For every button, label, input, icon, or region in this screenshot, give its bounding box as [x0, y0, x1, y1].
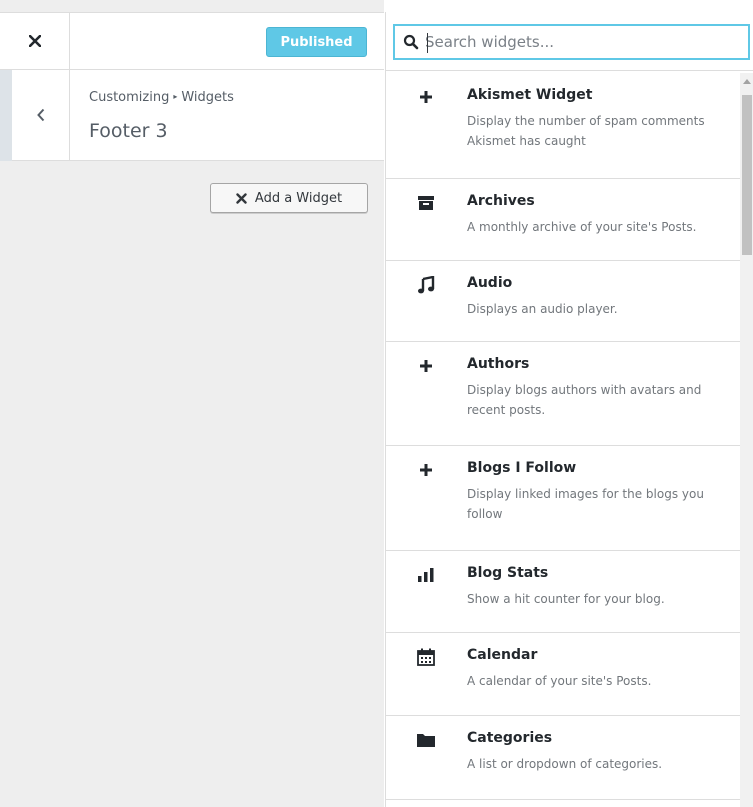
- close-customizer-button[interactable]: [0, 13, 70, 69]
- breadcrumb-separator-icon: ▸: [173, 92, 178, 101]
- widget-title: Authors: [467, 356, 530, 372]
- search-icon: [403, 34, 419, 50]
- section-title: Footer 3: [89, 120, 168, 142]
- section-accent-bar: [0, 70, 12, 161]
- breadcrumb-root: Customizing: [89, 90, 170, 105]
- widget-title: Akismet Widget: [467, 87, 593, 103]
- widget-description: Display the number of spam comments Akis…: [467, 114, 705, 148]
- text-cursor: [427, 33, 428, 53]
- plus-icon: [416, 356, 436, 376]
- breadcrumb-current: Widgets: [181, 90, 234, 105]
- widget-item[interactable]: Akismet Widget Display the number of spam…: [386, 73, 740, 179]
- section-header: Customizing ▸ Widgets Footer 3: [12, 70, 384, 161]
- divider: [386, 70, 753, 71]
- published-button[interactable]: Published: [266, 27, 367, 57]
- widget-item[interactable]: Archives A monthly archive of your site's…: [386, 179, 740, 261]
- widget-list: Akismet Widget Display the number of spam…: [386, 73, 740, 807]
- widget-description: Display blogs authors with avatars and r…: [467, 383, 702, 417]
- widget-description: A list or dropdown of categories.: [467, 757, 663, 771]
- widget-title: Calendar: [467, 647, 538, 663]
- widget-description: Show a hit counter for your blog.: [467, 592, 665, 606]
- add-widget-label: Add a Widget: [254, 190, 343, 206]
- widget-description: Display linked images for the blogs you …: [467, 487, 704, 521]
- search-box: [393, 24, 750, 60]
- widget-item[interactable]: Authors Display blogs authors with avatar…: [386, 342, 740, 446]
- chart-bar-icon: [416, 565, 436, 585]
- calendar-icon: [416, 647, 436, 667]
- widget-title: Categories: [467, 730, 553, 746]
- scrollbar[interactable]: [740, 73, 753, 807]
- widget-description: A monthly archive of your site's Posts.: [467, 220, 697, 234]
- search-input[interactable]: [425, 30, 735, 54]
- music-icon: [416, 275, 436, 295]
- widget-description: A calendar of your site's Posts.: [467, 674, 652, 688]
- close-icon: [28, 35, 41, 47]
- widget-title: Audio: [467, 275, 513, 291]
- plus-icon: [416, 460, 436, 480]
- customizer-panel: Published Customizing ▸ Widgets Footer 3 A…: [0, 0, 384, 807]
- widget-item[interactable]: Categories A list or dropdown of categori…: [386, 716, 740, 800]
- archive-icon: [416, 193, 436, 213]
- scroll-up-icon[interactable]: [743, 79, 751, 84]
- widget-item[interactable]: Audio Displays an audio player.: [386, 261, 740, 342]
- plus-icon: [416, 87, 436, 107]
- close-icon: [236, 192, 247, 204]
- available-widgets-panel: Akismet Widget Display the number of spam…: [385, 12, 753, 807]
- breadcrumb: Customizing ▸ Widgets: [89, 90, 234, 105]
- widget-title: Archives: [467, 193, 535, 209]
- widget-item[interactable]: Blog Stats Show a hit counter for your bl…: [386, 551, 740, 633]
- chevron-left-icon: [36, 108, 44, 122]
- widget-title: Blogs I Follow: [467, 460, 577, 476]
- widget-title: Blog Stats: [467, 565, 549, 581]
- back-button[interactable]: [12, 70, 70, 160]
- widget-description: Displays an audio player.: [467, 302, 618, 316]
- widget-item[interactable]: Blogs I Follow Display linked images for …: [386, 446, 740, 551]
- add-widget-button[interactable]: Add a Widget: [210, 183, 368, 213]
- scroll-thumb[interactable]: [742, 95, 752, 255]
- widget-item[interactable]: Calendar A calendar of your site's Posts.: [386, 633, 740, 716]
- customizer-header: Published: [0, 12, 384, 70]
- folder-icon: [416, 730, 436, 750]
